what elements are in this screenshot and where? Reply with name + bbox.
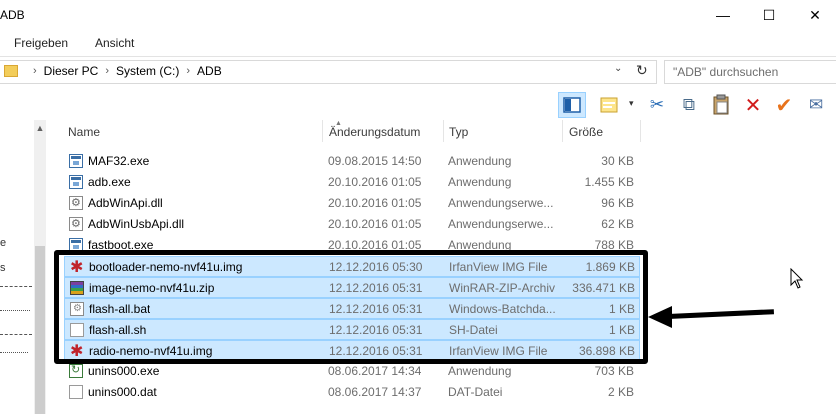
folder-icon	[4, 65, 18, 77]
file-size: 96 KB	[601, 196, 634, 210]
nav-item-fragment	[0, 352, 28, 355]
file-name: unins000.dat	[88, 385, 157, 399]
checkmark-icon[interactable]: ✔	[773, 94, 795, 117]
breadcrumb-separator: ›	[186, 65, 191, 77]
column-divider[interactable]	[443, 120, 444, 142]
column-divider[interactable]	[640, 120, 641, 142]
file-date: 20.10.2016 01:05	[328, 217, 422, 231]
annotation-arrow-shaft	[667, 309, 775, 319]
breadcrumb-this-pc[interactable]: Dieser PC	[44, 64, 99, 78]
nav-item-fragment	[0, 310, 30, 313]
file-row[interactable]: unins000.exe 08.06.2017 14:34 Anwendung 703…	[64, 361, 640, 382]
column-header-size[interactable]: Größe	[569, 125, 603, 139]
breadcrumb-separator: ›	[33, 65, 37, 77]
column-header-name[interactable]: Name	[68, 125, 100, 139]
properties-icon[interactable]	[598, 94, 620, 116]
nav-item-fragment	[0, 286, 32, 289]
file-size: 30 KB	[601, 154, 634, 168]
file-type: Anwendungserwe...	[448, 196, 554, 210]
file-size: 703 KB	[594, 364, 634, 378]
breadcrumb-adb[interactable]: ADB	[197, 64, 222, 78]
file-name: MAF32.exe	[88, 154, 150, 168]
close-button[interactable]: ✕	[792, 0, 836, 30]
address-dropdown-icon[interactable]: ⌄	[614, 63, 622, 74]
file-date: 08.06.2017 14:34	[328, 364, 422, 378]
copy-icon[interactable]: ⧉	[678, 94, 700, 116]
nav-item-fragment[interactable]: s	[0, 262, 6, 274]
column-divider[interactable]	[322, 120, 323, 142]
file-type: Anwendung	[448, 175, 512, 189]
nav-item-fragment	[0, 334, 32, 337]
file-row[interactable]: adb.exe 20.10.2016 01:05 Anwendung 1.455 KB	[64, 172, 640, 193]
column-header-type[interactable]: Typ	[449, 125, 468, 139]
file-name: unins000.exe	[88, 364, 160, 378]
annotation-highlight-box	[54, 250, 648, 364]
mouse-cursor-icon	[790, 267, 804, 293]
file-name: AdbWinApi.dll	[88, 196, 163, 210]
cut-icon[interactable]: ✂	[646, 94, 668, 116]
file-name: AdbWinUsbApi.dll	[88, 217, 185, 231]
minimize-button[interactable]: —	[700, 0, 746, 30]
scroll-up-arrow-icon[interactable]: ▲	[34, 121, 46, 135]
column-divider[interactable]	[562, 120, 563, 142]
file-type: Anwendungserwe...	[448, 217, 554, 231]
breadcrumb-separator: ›	[105, 65, 110, 77]
scrollbar-thumb[interactable]	[35, 246, 45, 414]
file-date: 20.10.2016 01:05	[328, 196, 422, 210]
file-name: adb.exe	[88, 175, 131, 189]
file-type-dat-icon	[69, 385, 83, 399]
refresh-icon[interactable]: ↻	[636, 62, 648, 79]
file-row[interactable]: AdbWinUsbApi.dll 20.10.2016 01:05 Anwendun…	[64, 214, 640, 235]
file-row[interactable]: AdbWinApi.dll 20.10.2016 01:05 Anwendungse…	[64, 193, 640, 214]
delete-icon[interactable]: ✕	[742, 94, 764, 117]
file-type-exe-icon	[69, 154, 83, 168]
preview-pane-icon[interactable]	[558, 92, 586, 118]
annotation-arrow-head-icon	[648, 306, 672, 328]
file-type-exe-icon	[69, 175, 83, 189]
paste-icon[interactable]	[710, 94, 732, 116]
tab-share[interactable]: Freigeben	[14, 36, 68, 50]
file-row[interactable]: unins000.dat 08.06.2017 14:37 DAT-Datei 2 K…	[64, 382, 640, 403]
breadcrumb: › Dieser PC › System (C:) › ADB	[4, 64, 222, 78]
file-size: 62 KB	[601, 217, 634, 231]
file-type-dll-icon	[69, 196, 83, 210]
maximize-button[interactable]: ☐	[746, 0, 792, 30]
file-type-unins-icon	[69, 363, 83, 378]
column-header-date[interactable]: Änderungsdatum	[329, 125, 420, 139]
email-icon[interactable]: ✉	[805, 94, 827, 116]
window-title: ADB	[0, 8, 25, 22]
tab-view[interactable]: Ansicht	[95, 36, 134, 50]
file-size: 2 KB	[607, 385, 634, 399]
file-size: 1.455 KB	[584, 175, 634, 189]
file-type: DAT-Datei	[448, 385, 503, 399]
file-date: 09.08.2015 14:50	[328, 154, 422, 168]
file-type: Anwendung	[448, 154, 512, 168]
breadcrumb-system-drive[interactable]: System (C:)	[116, 64, 179, 78]
search-placeholder: "ADB" durchsuchen	[673, 65, 779, 79]
file-row[interactable]: MAF32.exe 09.08.2015 14:50 Anwendung 30 KB	[64, 151, 640, 172]
file-date: 08.06.2017 14:37	[328, 385, 422, 399]
file-date: 20.10.2016 01:05	[328, 175, 422, 189]
file-type: Anwendung	[448, 364, 512, 378]
properties-dropdown-icon[interactable]: ▾	[629, 98, 634, 109]
nav-item-fragment[interactable]: e	[0, 237, 6, 249]
file-type-dll-icon	[69, 217, 83, 231]
